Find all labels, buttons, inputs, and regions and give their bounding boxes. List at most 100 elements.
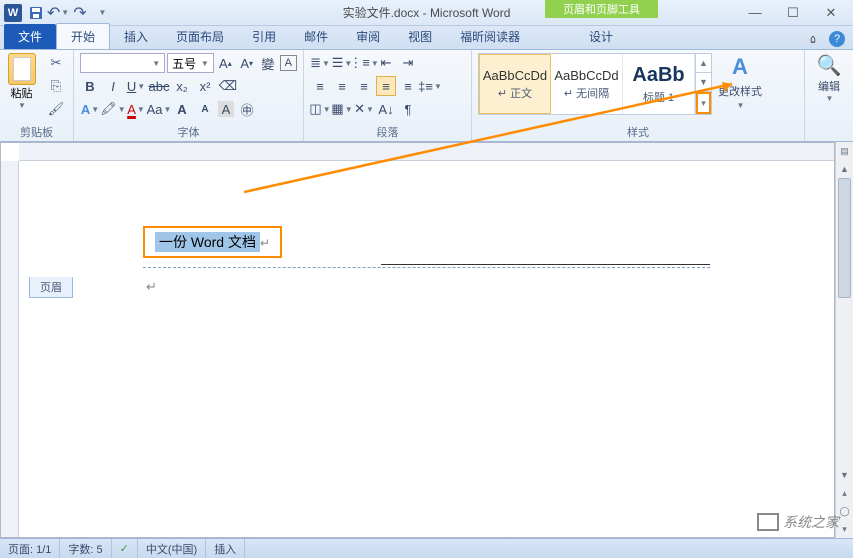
char-shading-icon[interactable]: A (218, 101, 234, 117)
maximize-button[interactable]: ☐ (783, 3, 803, 23)
tab-references[interactable]: 引用 (238, 24, 290, 49)
change-styles-icon: A (725, 53, 755, 81)
align-justify-icon[interactable]: ≡ (376, 76, 396, 96)
paragraph-mark: ↵ (146, 279, 157, 295)
clear-format-icon[interactable]: ⌫ (218, 76, 238, 96)
font-family-combo[interactable]: ▼ (80, 53, 165, 73)
font-size-combo[interactable]: 五号▼ (167, 53, 214, 73)
tab-home[interactable]: 开始 (56, 23, 110, 49)
align-center-icon[interactable]: ≡ (332, 76, 352, 96)
underline-icon[interactable]: U▼ (126, 76, 146, 96)
word-app-icon: W (4, 4, 22, 22)
line-spacing-icon[interactable]: ‡≡▼ (420, 76, 440, 96)
redo-icon[interactable]: ↷ (70, 3, 90, 23)
char-border-icon[interactable]: A (280, 55, 297, 71)
tab-foxit[interactable]: 福昕阅读器 (446, 24, 534, 49)
header-dashed-line (143, 267, 710, 268)
cut-icon[interactable]: ✂ (45, 53, 67, 73)
minimize-button[interactable]: — (745, 3, 765, 23)
tab-insert[interactable]: 插入 (110, 24, 162, 49)
style-no-spacing[interactable]: AaBbCcDd ↵ 无间隔 (551, 54, 623, 114)
asian-layout-icon[interactable]: ✕▼ (354, 99, 374, 119)
group-paragraph: ≣▼ ☰▼ ⋮≡▼ ⇤ ⇥ ≡ ≡ ≡ ≡ ≡ ‡≡▼ ◫▼ ▦▼ ✕▼ A↓ … (304, 50, 472, 141)
style-normal[interactable]: AaBbCcDd ↵ 正文 (479, 54, 551, 114)
close-button[interactable]: ✕ (821, 3, 841, 23)
document-area: 一份 Word 文档↵ 页眉 ↵ (0, 142, 835, 538)
show-marks-icon[interactable]: ¶ (398, 99, 418, 119)
sort-icon[interactable]: A↓ (376, 99, 396, 119)
change-case-icon[interactable]: Aa▼ (149, 99, 169, 119)
status-language[interactable]: 中文(中国) (138, 539, 206, 558)
superscript-icon[interactable]: x² (195, 76, 215, 96)
paste-icon (8, 53, 36, 85)
gallery-up-icon[interactable]: ▲ (696, 54, 711, 73)
paragraph-group-label: 段落 (310, 123, 465, 140)
bold-icon[interactable]: B (80, 76, 100, 96)
header-tab-label[interactable]: 页眉 (29, 277, 73, 298)
phonetic-guide-icon[interactable]: 變 (258, 53, 277, 73)
clipboard-group-label: 剪贴板 (6, 123, 67, 140)
quick-access-toolbar: ↶▼ ↷ ▼ (26, 3, 112, 23)
grow-font2-icon[interactable]: A (172, 99, 192, 119)
scroll-up-icon[interactable]: ▲ (836, 160, 853, 178)
tab-design[interactable]: 设计 (575, 24, 627, 49)
change-styles-button[interactable]: A 更改样式 ▼ (716, 53, 764, 110)
tab-layout[interactable]: 页面布局 (162, 24, 238, 49)
tab-file[interactable]: 文件 (4, 24, 56, 49)
gallery-more-button[interactable]: ▾ (696, 92, 711, 114)
italic-icon[interactable]: I (103, 76, 123, 96)
status-insert-mode[interactable]: 插入 (206, 539, 245, 558)
scroll-thumb[interactable] (838, 178, 851, 298)
prev-page-icon[interactable]: ▴ (836, 484, 853, 502)
indent-left-icon[interactable]: ⇤ (376, 53, 396, 73)
grow-font-icon[interactable]: A▴ (216, 53, 235, 73)
tab-mailings[interactable]: 邮件 (290, 24, 342, 49)
text-effects-icon[interactable]: A▼ (80, 99, 100, 119)
copy-icon[interactable]: ⎘ (45, 76, 67, 96)
document-page[interactable]: 一份 Word 文档↵ 页眉 ↵ (23, 171, 830, 531)
align-right-icon[interactable]: ≡ (354, 76, 374, 96)
distributed-icon[interactable]: ≡ (398, 76, 418, 96)
shading-icon[interactable]: ◫▼ (310, 99, 330, 119)
bullets-icon[interactable]: ≣▼ (310, 53, 330, 73)
save-icon[interactable] (26, 3, 46, 23)
font-color-icon[interactable]: A▼ (126, 99, 146, 119)
style-heading1[interactable]: AaBb 标题 1 (623, 54, 695, 114)
ruler-toggle-icon[interactable]: ▤ (836, 142, 853, 160)
styles-gallery: AaBbCcDd ↵ 正文 AaBbCcDd ↵ 无间隔 AaBb 标题 1 ▲… (478, 53, 712, 115)
undo-icon[interactable]: ↶▼ (48, 3, 68, 23)
contextual-tab-header: 页眉和页脚工具 (545, 0, 658, 18)
align-left-icon[interactable]: ≡ (310, 76, 330, 96)
scroll-down-icon[interactable]: ▼ (836, 466, 853, 484)
horizontal-ruler[interactable] (19, 143, 834, 161)
scroll-track[interactable] (836, 178, 853, 466)
indent-right-icon[interactable]: ⇥ (398, 53, 418, 73)
paste-button[interactable]: 粘贴 ▼ (6, 53, 37, 123)
status-proofing[interactable]: ✓ (112, 539, 138, 558)
tab-view[interactable]: 视图 (394, 24, 446, 49)
group-styles: AaBbCcDd ↵ 正文 AaBbCcDd ↵ 无间隔 AaBb 标题 1 ▲… (472, 50, 805, 141)
status-page[interactable]: 页面: 1/1 (0, 539, 60, 558)
find-button[interactable]: 🔍 编辑 ▼ (811, 53, 847, 139)
help-icon[interactable]: ? (829, 31, 845, 47)
vertical-ruler[interactable] (1, 161, 19, 537)
borders-icon[interactable]: ▦▼ (332, 99, 352, 119)
group-clipboard: 粘贴 ▼ ✂ ⎘ 🖌 剪贴板 (0, 50, 74, 141)
qat-more-icon[interactable]: ▼ (92, 3, 112, 23)
strikethrough-icon[interactable]: abc (149, 76, 169, 96)
header-text[interactable]: 一份 Word 文档 (155, 232, 260, 252)
enclose-char-icon[interactable]: ㊥ (237, 99, 257, 119)
context-tool-title: 页眉和页脚工具 (545, 0, 658, 18)
status-word-count[interactable]: 字数: 5 (60, 539, 111, 558)
ribbon-minimize-icon[interactable]: ۵ (803, 29, 823, 49)
multilevel-icon[interactable]: ⋮≡▼ (354, 53, 374, 73)
subscript-icon[interactable]: x₂ (172, 76, 192, 96)
tab-review[interactable]: 审阅 (342, 24, 394, 49)
shrink-font2-icon[interactable]: A (195, 99, 215, 119)
vertical-scrollbar[interactable]: ▤ ▲ ▼ ▴ ◯ ▾ (835, 142, 853, 538)
gallery-down-icon[interactable]: ▼ (696, 73, 711, 92)
highlight-icon[interactable]: 🖍▼ (103, 99, 123, 119)
format-painter-icon[interactable]: 🖌 (45, 99, 67, 119)
shrink-font-icon[interactable]: A▾ (237, 53, 256, 73)
ribbon: 粘贴 ▼ ✂ ⎘ 🖌 剪贴板 ▼ 五号▼ A▴ A▾ 變 A B I (0, 50, 853, 142)
